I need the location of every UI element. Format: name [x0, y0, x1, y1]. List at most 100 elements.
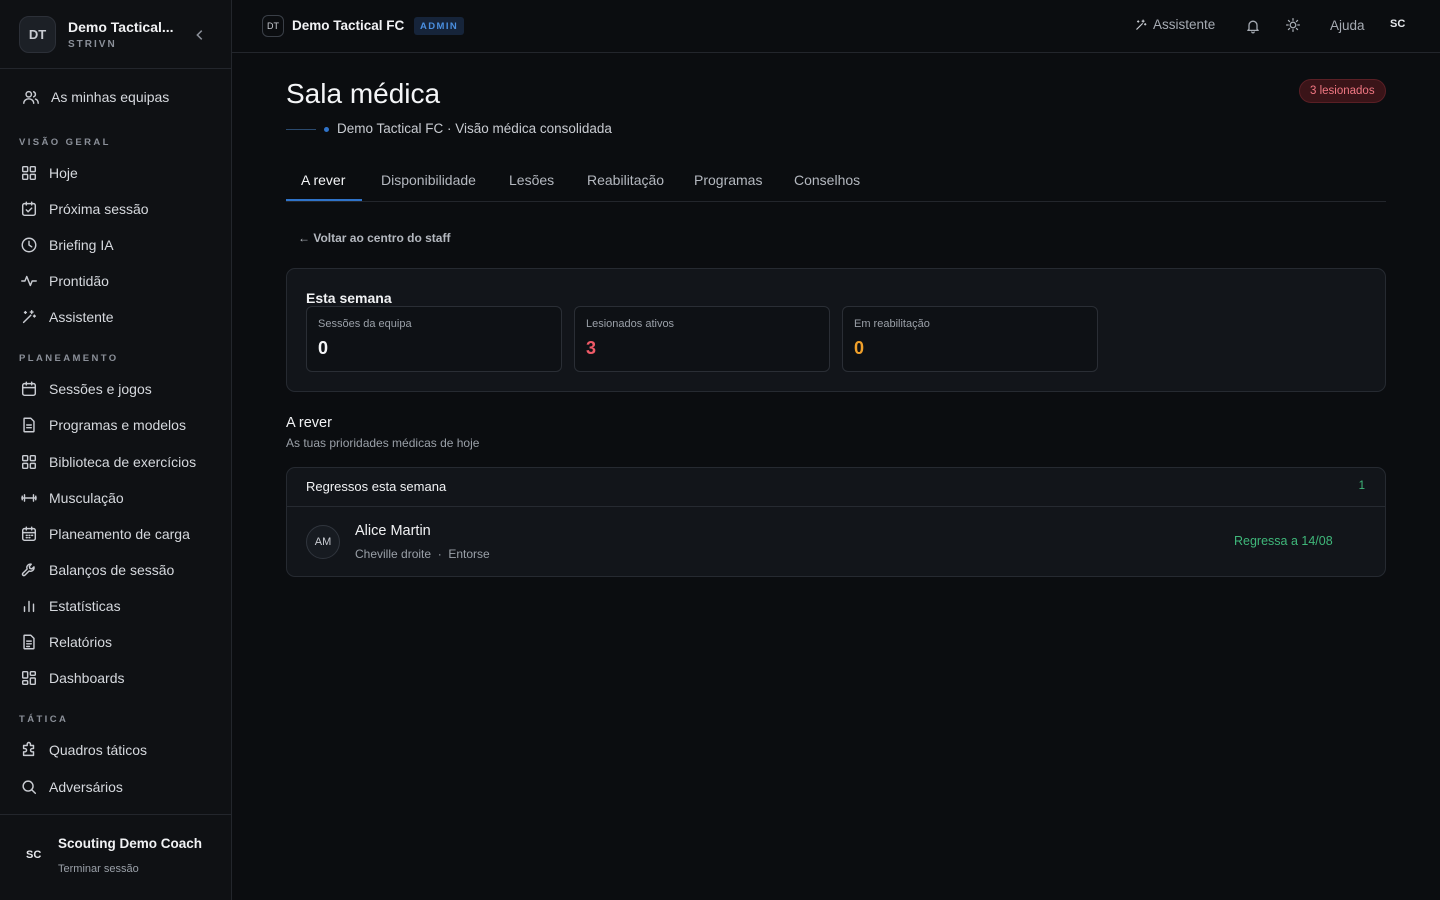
sidebar-item-session-reviews[interactable]: Balanços de sessão [20, 559, 174, 581]
kpi-value: 3 [586, 338, 597, 358]
logout-link[interactable]: Terminar sessão [58, 863, 139, 875]
kpi-team-sessions: Sessões da equipa 0 [306, 306, 562, 372]
sidebar-item-dashboards[interactable]: Dashboards [20, 667, 125, 689]
sidebar-item-label: Dashboards [49, 670, 125, 686]
avatar: AM [306, 525, 340, 559]
subtitle-divider [286, 129, 316, 130]
sidebar-item-label: Relatórios [49, 634, 113, 650]
team-name: Demo Tactical... [68, 18, 174, 35]
sidebar-item-tactical-boards[interactable]: Quadros táticos [20, 739, 147, 761]
activity-icon [21, 275, 37, 287]
help-link[interactable]: Ajuda [1330, 18, 1365, 33]
kpi-value: 0 [318, 338, 329, 358]
bar-chart-icon [23, 600, 35, 613]
sidebar-item-exercise-library[interactable]: Biblioteca de exercícios [20, 451, 196, 473]
sidebar: DT Demo Tactical... STRIVN As minhas equ… [0, 0, 232, 900]
sidebar-item-label: Próxima sessão [49, 201, 149, 217]
tab-programs[interactable]: Programas [694, 172, 762, 188]
kpi-value: 0 [854, 338, 865, 358]
assistant-label: Assistente [1153, 17, 1216, 32]
assistant-button[interactable]: Assistente [1134, 17, 1215, 32]
grid-icon [21, 165, 37, 181]
magic-wand-icon [22, 309, 37, 324]
section-label-planning: PLANEAMENTO [19, 353, 119, 364]
sidebar-item-strength[interactable]: Musculação [20, 487, 124, 509]
sidebar-item-my-teams[interactable]: As minhas equipas [22, 86, 169, 108]
sidebar-item-assistant[interactable]: Assistente [20, 306, 114, 328]
team-switcher[interactable]: DT Demo Tactical... STRIVN [0, 0, 231, 69]
calendar-icon [21, 381, 37, 397]
sidebar-item-label: Sessões e jogos [49, 381, 152, 397]
list-header: Regressos esta semana 1 [287, 468, 1385, 507]
user-profile: SC Scouting Demo Coach Terminar sessão [0, 814, 231, 900]
dumbbell-icon [21, 494, 37, 502]
sidebar-item-reports[interactable]: Relatórios [20, 631, 112, 653]
sidebar-item-label: Biblioteca de exercícios [49, 454, 197, 470]
puzzle-icon [22, 741, 35, 757]
sidebar-item-label: Adversários [49, 779, 123, 795]
page-title: Sala médica [286, 78, 441, 109]
sidebar-item-label: As minhas equipas [51, 89, 170, 105]
search-icon [22, 780, 37, 795]
tab-to-review[interactable]: A rever [301, 172, 345, 188]
sidebar-item-label: Prontidão [49, 273, 109, 289]
tab-advice[interactable]: Conselhos [794, 172, 860, 188]
report-icon [23, 634, 35, 650]
section-label-overview: VISÃO GERAL [19, 137, 111, 148]
return-date: Regressa a 14/08 [1234, 534, 1333, 548]
sidebar-item-label: Planeamento de carga [49, 526, 190, 542]
kpi-in-rehab: Em reabilitação 0 [842, 306, 1098, 372]
page-subtitle: Demo Tactical FC · Visão médica consolid… [337, 121, 612, 136]
avatar: SC [26, 849, 42, 861]
sidebar-item-opponents[interactable]: Adversários [20, 776, 123, 798]
section-subtitle: As tuas prioridades médicas de hoje [286, 436, 480, 450]
sidebar-item-label: Quadros táticos [49, 742, 148, 758]
sidebar-item-today[interactable]: Hoje [20, 162, 78, 184]
sidebar-item-programs-templates[interactable]: Programas e modelos [20, 414, 186, 436]
sidebar-item-label: Programas e modelos [49, 417, 186, 433]
sun-icon [1285, 17, 1301, 33]
section-label-tactics: TÁTICA [19, 714, 69, 725]
kpi-active-injured: Lesionados ativos 3 [574, 306, 830, 372]
tab-injuries[interactable]: Lesões [509, 172, 554, 188]
sidebar-item-label: Briefing IA [49, 237, 114, 253]
wrench-icon [21, 563, 35, 577]
bell-icon [1247, 20, 1259, 34]
team-avatar: DT [19, 15, 56, 53]
tab-availability[interactable]: Disponibilidade [381, 172, 476, 188]
list-count: 1 [1358, 480, 1365, 492]
collapse-sidebar-button[interactable] [193, 28, 207, 42]
sidebar-item-sessions-games[interactable]: Sessões e jogos [20, 378, 152, 400]
sidebar-item-label: Balanços de sessão [49, 562, 175, 578]
team-avatar: DT [262, 15, 284, 37]
users-icon [23, 90, 39, 105]
magic-wand-icon [1136, 19, 1147, 30]
subtitle-dot [324, 127, 329, 132]
clock-icon [21, 237, 37, 253]
sidebar-item-label: Hoje [49, 165, 78, 181]
sidebar-item-next-session[interactable]: Próxima sessão [20, 198, 149, 220]
sidebar-item-label: Assistente [49, 309, 114, 325]
theme-toggle[interactable] [1285, 17, 1301, 33]
sidebar-item-load-planning[interactable]: Planeamento de carga [20, 523, 190, 545]
sidebar-item-readiness[interactable]: Prontidão [20, 270, 109, 292]
sidebar-item-briefing[interactable]: Briefing IA [20, 234, 114, 256]
calendar-check-icon [21, 201, 37, 217]
sidebar-item-statistics[interactable]: Estatísticas [20, 595, 121, 617]
document-icon [23, 417, 35, 433]
grid-icon [21, 454, 37, 470]
tab-rehabilitation[interactable]: Reabilitação [587, 172, 664, 188]
notifications-button[interactable] [1245, 18, 1261, 34]
role-badge: ADMIN [414, 17, 465, 35]
list-title: Regressos esta semana [306, 479, 447, 494]
user-menu[interactable]: SC [1390, 18, 1405, 30]
returns-card: Regressos esta semana 1 AM Alice Martin … [286, 467, 1386, 577]
tab-bar: A rever Disponibilidade Lesões Reabilita… [286, 160, 1386, 202]
team-name: Demo Tactical FC [292, 18, 405, 33]
back-to-staff-link[interactable]: ← Voltar ao centro do staff [298, 231, 450, 245]
chevron-left-icon [196, 30, 203, 40]
sidebar-item-label: Musculação [49, 490, 124, 506]
dashboard-icon [21, 670, 37, 686]
kpi-label: Lesionados ativos [586, 318, 675, 330]
user-name: Scouting Demo Coach [58, 836, 203, 851]
